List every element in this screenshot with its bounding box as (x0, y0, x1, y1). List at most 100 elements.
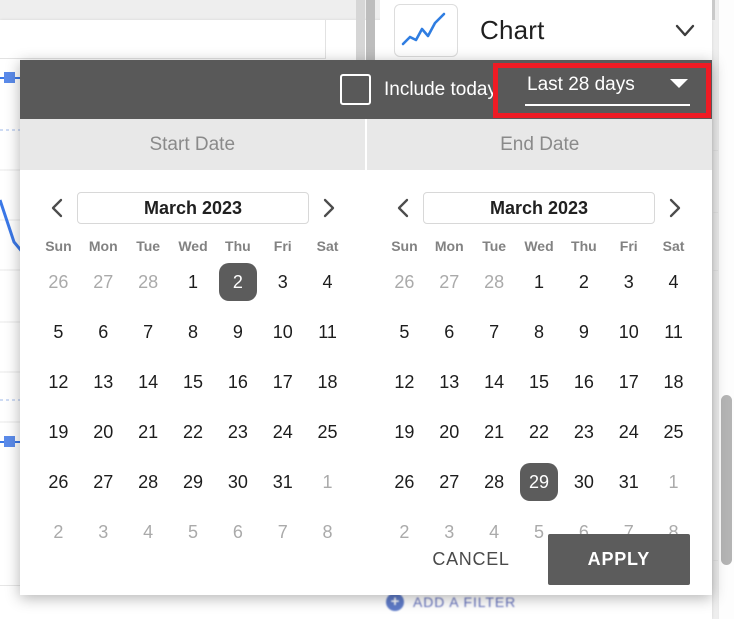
calendar-day[interactable]: 28 (472, 260, 517, 304)
calendar-day[interactable]: 1 (305, 460, 350, 504)
calendar-day-selected[interactable]: 29 (517, 460, 562, 504)
chevron-left-icon[interactable] (45, 195, 71, 221)
calendar-day[interactable]: 25 (651, 410, 696, 454)
calendar-day[interactable]: 30 (215, 460, 260, 504)
calendar-day[interactable]: 22 (171, 410, 216, 454)
calendar-day[interactable]: 2 (561, 260, 606, 304)
calendar-day[interactable]: 3 (81, 510, 126, 554)
calendar-day[interactable]: 26 (382, 460, 427, 504)
chart-section-header[interactable]: Chart (380, 0, 712, 60)
calendar-day[interactable]: 16 (215, 360, 260, 404)
calendar-day[interactable]: 6 (81, 310, 126, 354)
calendar-day[interactable]: 21 (126, 410, 171, 454)
calendar-day[interactable]: 26 (36, 460, 81, 504)
calendar-day[interactable]: 12 (382, 360, 427, 404)
calendar-day[interactable]: 18 (305, 360, 350, 404)
tab-end-date[interactable]: End Date (367, 119, 712, 170)
apply-button[interactable]: APPLY (547, 534, 690, 585)
calendar-day[interactable]: 7 (472, 310, 517, 354)
calendar-day[interactable]: 26 (382, 260, 427, 304)
calendar-day[interactable]: 1 (171, 260, 216, 304)
chevron-left-icon[interactable] (391, 195, 417, 221)
add-filter-button[interactable]: + ADD A FILTER (386, 593, 516, 611)
calendar-day[interactable]: 27 (81, 260, 126, 304)
calendar-day[interactable]: 7 (126, 310, 171, 354)
calendar-day[interactable]: 11 (651, 310, 696, 354)
calendar-day[interactable]: 1 (517, 260, 562, 304)
calendar-day[interactable]: 24 (606, 410, 651, 454)
calendar-day-selected[interactable]: 2 (215, 260, 260, 304)
calendar-day[interactable]: 3 (260, 260, 305, 304)
calendar-day[interactable]: 5 (36, 310, 81, 354)
chevron-down-icon[interactable] (672, 17, 698, 43)
calendar-week-row: 26 27 28 29 30 31 1 (382, 460, 696, 504)
calendar-day[interactable]: 11 (305, 310, 350, 354)
calendar-day[interactable]: 19 (36, 410, 81, 454)
calendar-day[interactable]: 29 (171, 460, 216, 504)
calendar-day[interactable]: 24 (260, 410, 305, 454)
calendar-day[interactable]: 9 (561, 310, 606, 354)
month-year-label-end[interactable]: March 2023 (423, 192, 655, 224)
calendar-day[interactable]: 31 (260, 460, 305, 504)
calendar-day-label: 25 (317, 422, 338, 442)
calendar-day[interactable]: 26 (36, 260, 81, 304)
calendar-day[interactable]: 17 (260, 360, 305, 404)
calendar-day[interactable]: 8 (305, 510, 350, 554)
preset-range-select[interactable]: Last 28 days (525, 74, 690, 106)
month-year-label-start[interactable]: March 2023 (77, 192, 309, 224)
calendar-day[interactable]: 6 (215, 510, 260, 554)
calendar-day[interactable]: 28 (126, 460, 171, 504)
calendar-day[interactable]: 30 (561, 460, 606, 504)
scrollbar-thumb[interactable] (721, 395, 732, 565)
calendar-day[interactable]: 5 (171, 510, 216, 554)
calendar-day[interactable]: 27 (81, 460, 126, 504)
chevron-right-icon[interactable] (661, 195, 687, 221)
calendar-day[interactable]: 12 (36, 360, 81, 404)
calendar-day[interactable]: 14 (472, 360, 517, 404)
calendar-day[interactable]: 25 (305, 410, 350, 454)
calendar-day[interactable]: 4 (305, 260, 350, 304)
calendar-day[interactable]: 15 (517, 360, 562, 404)
calendar-day[interactable]: 8 (171, 310, 216, 354)
calendar-day[interactable]: 1 (651, 460, 696, 504)
calendar-day[interactable]: 5 (382, 310, 427, 354)
screen: Chart + ADD A FILTER Include today Last (0, 0, 734, 619)
caret-down-icon[interactable] (670, 79, 688, 88)
calendar-day[interactable]: 6 (427, 310, 472, 354)
vertical-scrollbar[interactable] (718, 0, 734, 619)
calendar-day[interactable]: 17 (606, 360, 651, 404)
calendar-day[interactable]: 14 (126, 360, 171, 404)
calendar-day[interactable]: 16 (561, 360, 606, 404)
calendar-day[interactable]: 20 (81, 410, 126, 454)
calendar-day[interactable]: 10 (260, 310, 305, 354)
chevron-right-icon[interactable] (315, 195, 341, 221)
calendar-day[interactable]: 10 (606, 310, 651, 354)
calendar-header: March 2023 (36, 186, 350, 224)
calendar-day[interactable]: 20 (427, 410, 472, 454)
calendar-day[interactable]: 27 (427, 460, 472, 504)
calendar-day[interactable]: 2 (36, 510, 81, 554)
calendar-day[interactable]: 4 (126, 510, 171, 554)
tab-start-date[interactable]: Start Date (20, 119, 365, 170)
calendar-day[interactable]: 31 (606, 460, 651, 504)
calendar-day[interactable]: 23 (561, 410, 606, 454)
calendar-day[interactable]: 4 (651, 260, 696, 304)
calendar-day[interactable]: 13 (427, 360, 472, 404)
include-today-checkbox[interactable] (339, 74, 371, 105)
calendar-day[interactable]: 8 (517, 310, 562, 354)
calendar-day[interactable]: 3 (606, 260, 651, 304)
calendar-day[interactable]: 7 (260, 510, 305, 554)
calendar-day[interactable]: 13 (81, 360, 126, 404)
cancel-button[interactable]: CANCEL (416, 539, 525, 580)
calendar-day[interactable]: 23 (215, 410, 260, 454)
calendar-day[interactable]: 15 (171, 360, 216, 404)
calendar-day[interactable]: 22 (517, 410, 562, 454)
calendar-day[interactable]: 28 (472, 460, 517, 504)
calendar-day[interactable]: 28 (126, 260, 171, 304)
calendar-day[interactable]: 27 (427, 260, 472, 304)
calendar-day[interactable]: 19 (382, 410, 427, 454)
include-today-control[interactable]: Include today (339, 74, 497, 105)
calendar-day[interactable]: 9 (215, 310, 260, 354)
calendar-day[interactable]: 21 (472, 410, 517, 454)
calendar-day[interactable]: 18 (651, 360, 696, 404)
